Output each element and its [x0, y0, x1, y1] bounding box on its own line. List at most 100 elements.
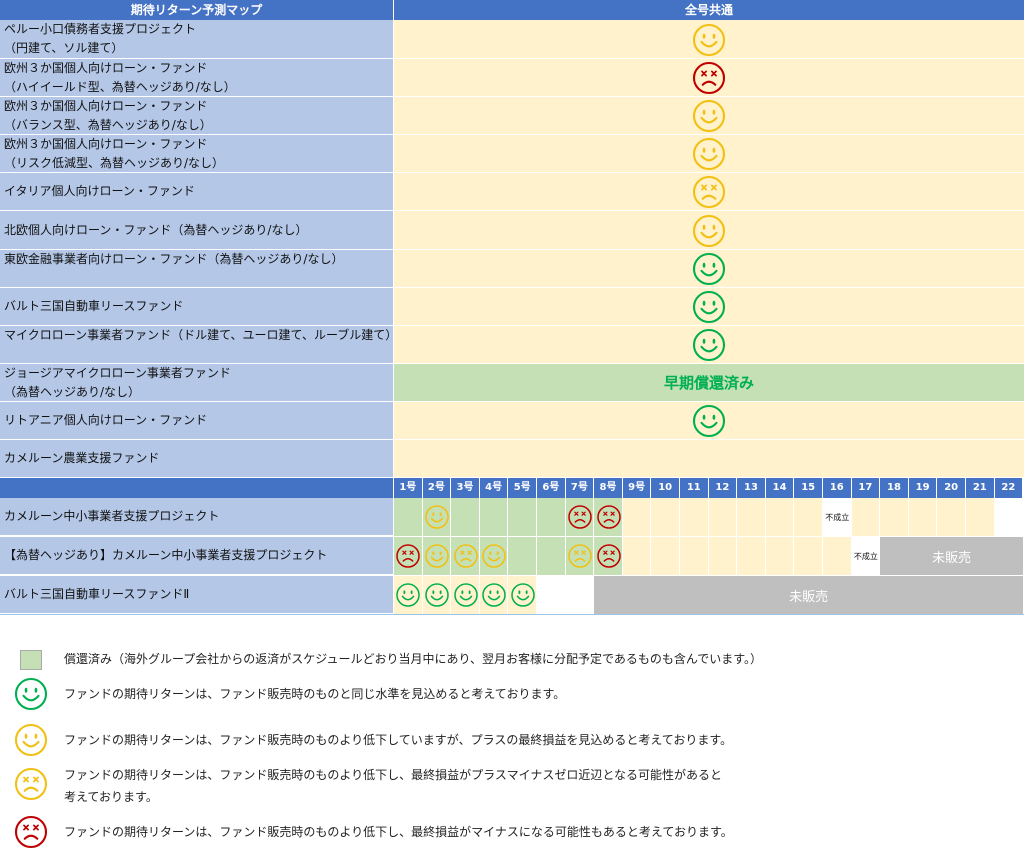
fund-name: イタリア個人向けローン・ファンド [0, 173, 393, 211]
red-frown-icon [395, 543, 421, 569]
issue-cell [994, 498, 1024, 536]
issue-number: 18 [880, 478, 909, 498]
yellow-smile-icon [424, 543, 450, 569]
fund-name: 欧州３か国個人向けローン・ファンド （バランス型、為替ヘッジあり/なし） [0, 97, 393, 135]
issue-number: 2号 [422, 478, 452, 498]
issue-cell [937, 498, 966, 536]
issue-cell [851, 498, 881, 536]
issue-number: 3号 [451, 478, 480, 498]
redeemed-cell [508, 498, 537, 536]
redeemed-cell [451, 498, 480, 536]
redeemed-label: 早期償還済み [394, 364, 1024, 401]
redeemed-cell [537, 498, 566, 536]
green-smile-icon [395, 582, 421, 608]
issue-number: 9号 [622, 478, 652, 498]
fund-name: 欧州３か国個人向けローン・ファンド （ハイイールド型、為替ヘッジあり/なし） [0, 59, 393, 97]
legend-text: ファンドの期待リターンは、ファンド販売時のものより低下していますが、プラスの最終… [64, 733, 733, 747]
legend-text: ファンドの期待リターンは、ファンド販売時のものと同じ水準を見込めると考えておりま… [64, 687, 566, 701]
issue-number: 11 [680, 478, 709, 498]
redeemed-cell [479, 498, 509, 536]
red-frown-icon [692, 61, 726, 95]
legend-text: ファンドの期待リターンは、ファンド販売時のものより低下し、最終損益がマイナスにな… [64, 825, 733, 839]
issue-cell [708, 537, 738, 575]
issue-number: 15 [794, 478, 823, 498]
green-smile [14, 677, 48, 711]
yellow-smile-icon [692, 214, 726, 248]
redeemed-cell [508, 537, 537, 575]
issue-number: 5号 [508, 478, 537, 498]
issue-cell [765, 537, 795, 575]
fund-status-cell [394, 440, 1024, 478]
issue-number: 14 [765, 478, 795, 498]
header-common: 全号共通 [394, 0, 1024, 20]
issue-number: 8号 [594, 478, 623, 498]
issue-cell [908, 498, 938, 536]
issue-number: 4号 [479, 478, 509, 498]
not-established-cell: 不成立 [851, 537, 881, 575]
series-fund-name: バルト三国自動車リースファンドⅡ [0, 576, 393, 614]
redeemed-cell [394, 498, 423, 536]
issue-cell [651, 498, 680, 536]
series-fund-name: 【為替ヘッジあり】カメルーン中小事業者支援プロジェクト [0, 537, 393, 575]
red-frown-icon [596, 543, 622, 569]
issue-cell [680, 537, 709, 575]
issue-cell [622, 537, 652, 575]
issue-number: 22 [994, 478, 1024, 498]
yellow-frown-icon [567, 543, 593, 569]
red-frown-icon [596, 504, 622, 530]
issue-number: 6号 [537, 478, 566, 498]
fund-name: バルト三国自動車リースファンド [0, 288, 393, 326]
fund-name: ジョージアマイクロローン事業者ファンド （為替ヘッジあり/なし） [0, 364, 393, 402]
yellow-smile-icon [424, 504, 450, 530]
series-header-blank [0, 478, 393, 498]
issue-number: 1号 [394, 478, 423, 498]
red-frown [14, 815, 48, 849]
fund-name: リトアニア個人向けローン・ファンド [0, 402, 393, 440]
yellow-frown-icon [692, 175, 726, 209]
issue-cell [537, 576, 566, 614]
issue-number: 13 [737, 478, 766, 498]
redeemed-swatch [20, 650, 42, 670]
green-smile-icon [692, 404, 726, 438]
yellow-smile-icon [692, 137, 726, 171]
issue-cell [708, 498, 738, 536]
green-smile-icon [424, 582, 450, 608]
issue-number: 21 [966, 478, 995, 498]
fund-name: カメルーン農業支援ファンド [0, 440, 393, 478]
legend-text: ファンドの期待リターンは、ファンド販売時のものより低下し、最終損益がプラスマイナ… [64, 768, 722, 804]
fund-name: マイクロローン事業者ファンド（ドル建て、ユーロ建て、ルーブル建て） [0, 326, 393, 364]
yellow-smile [14, 723, 48, 757]
red-frown-icon [567, 504, 593, 530]
fund-name: 東欧金融事業者向けローン・ファンド（為替ヘッジあり/なし） [0, 250, 393, 288]
fund-name: 欧州３か国個人向けローン・ファンド （リスク低減型、為替ヘッジあり/なし） [0, 135, 393, 173]
redeemed-cell [537, 537, 566, 575]
table-bottom-border [0, 614, 1024, 615]
green-smile-icon [692, 252, 726, 286]
issue-cell [737, 537, 766, 575]
unsold-cell: 未販売 [594, 576, 1024, 614]
green-smile-icon [510, 582, 536, 608]
issue-cell [622, 498, 652, 536]
issue-number: 12 [708, 478, 738, 498]
issue-number: 19 [908, 478, 938, 498]
issue-cell [565, 576, 595, 614]
issue-cell [651, 537, 680, 575]
issue-number: 10 [651, 478, 680, 498]
yellow-frown [14, 767, 48, 801]
yellow-frown-icon [453, 543, 479, 569]
legend-text: 償還済み（海外グループ会社からの返済がスケジュールどおり当月中にあり、翌月お客様… [64, 652, 763, 666]
green-smile-icon [692, 290, 726, 324]
issue-cell [794, 537, 823, 575]
series-fund-name: カメルーン中小事業者支援プロジェクト [0, 498, 393, 536]
issue-number: 17 [851, 478, 881, 498]
issue-number: 16 [823, 478, 852, 498]
issue-cell [680, 498, 709, 536]
issue-number: 7号 [565, 478, 595, 498]
issue-number: 20 [937, 478, 966, 498]
issue-cell [966, 498, 995, 536]
issue-cell [737, 498, 766, 536]
fund-name: 北欧個人向けローン・ファンド（為替ヘッジあり/なし） [0, 211, 393, 250]
yellow-smile-icon [481, 543, 507, 569]
fund-name: ペルー小口債務者支援プロジェクト （円建て、ソル建て） [0, 20, 393, 59]
issue-cell [765, 498, 795, 536]
